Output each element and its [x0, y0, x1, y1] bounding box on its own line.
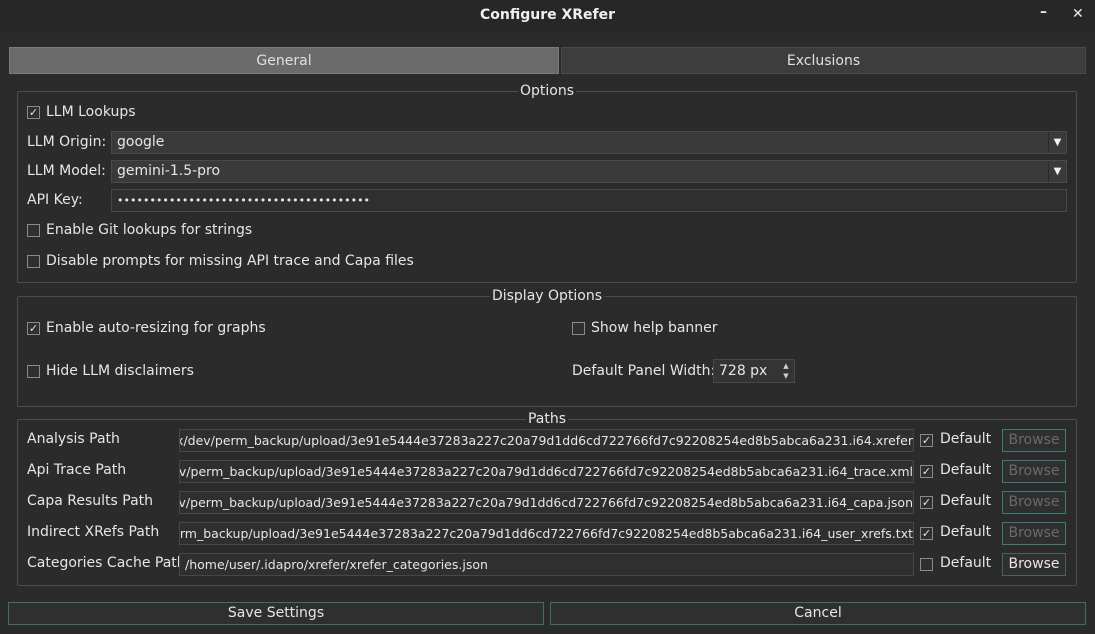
path-label: Api Trace Path [27, 462, 127, 478]
path-label: Categories Cache Path [27, 555, 186, 571]
auto-resize-label: Enable auto-resizing for graphs [46, 320, 266, 336]
default-label: Default [940, 431, 992, 447]
path-value: umairx/dev/perm_backup/upload/3e91e5444e… [179, 495, 913, 510]
llm-origin-select[interactable]: google ▼ [111, 131, 1067, 154]
chevron-down-icon: ▼ [1048, 161, 1066, 182]
disable-prompts-checkbox[interactable] [27, 255, 40, 268]
options-group-title: Options [517, 83, 577, 99]
cancel-button[interactable]: Cancel [550, 602, 1086, 625]
llm-model-label: LLM Model: [27, 163, 106, 179]
default-label: Default [940, 524, 992, 540]
default-checkbox[interactable]: ✓ [920, 527, 933, 540]
disable-prompts-label: Disable prompts for missing API trace an… [46, 253, 414, 269]
llm-model-select[interactable]: gemini-1.5-pro ▼ [111, 160, 1067, 183]
paths-group-title: Paths [525, 411, 569, 427]
path-label: Analysis Path [27, 431, 120, 447]
llm-origin-label: LLM Origin: [27, 134, 107, 150]
path-label: Indirect XRefs Path [27, 524, 160, 540]
default-label: Default [940, 493, 992, 509]
tab-exclusions[interactable]: Exclusions [561, 47, 1086, 74]
path-value: iirx/dev/perm_backup/upload/3e91e5444e37… [179, 526, 913, 541]
path-input[interactable]: umairx/dev/perm_backup/upload/3e91e5444e… [179, 491, 914, 514]
default-label: Default [940, 462, 992, 478]
default-checkbox[interactable]: ✓ [920, 496, 933, 509]
llm-origin-value: google [117, 134, 165, 150]
api-key-label: API Key: [27, 192, 83, 208]
display-options-group-title: Display Options [489, 288, 605, 304]
browse-button[interactable]: Browse [1002, 522, 1066, 545]
panel-width-label: Default Panel Width: [572, 363, 716, 379]
path-input[interactable]: iirx/dev/perm_backup/upload/3e91e5444e37… [179, 522, 914, 545]
title-bar: Configure XRefer – ✕ [0, 0, 1095, 32]
llm-lookups-checkbox[interactable]: ✓ [27, 106, 40, 119]
panel-width-value: 728 px [719, 363, 768, 379]
path-input[interactable]: madumairx/dev/perm_backup/upload/3e91e54… [179, 429, 914, 452]
browse-button[interactable]: Browse [1002, 491, 1066, 514]
spin-down-icon[interactable]: ▼ [780, 371, 792, 381]
auto-resize-checkbox[interactable]: ✓ [27, 322, 40, 335]
panel-width-spinbox[interactable]: 728 px ▲ ▼ [713, 359, 795, 383]
git-lookups-checkbox[interactable] [27, 224, 40, 237]
llm-lookups-label: LLM Lookups [46, 104, 136, 120]
path-value: umairx/dev/perm_backup/upload/3e91e5444e… [179, 464, 913, 479]
api-key-input[interactable]: ••••••••••••••••••••••••••••••••••••••• [111, 189, 1067, 212]
browse-button[interactable]: Browse [1002, 553, 1066, 576]
tab-general[interactable]: General [9, 47, 559, 74]
display-options-group: Display Options [17, 288, 1077, 407]
default-checkbox[interactable]: ✓ [920, 465, 933, 478]
path-input[interactable]: /home/user/.idapro/xrefer/xrefer_categor… [179, 553, 914, 576]
hide-disclaimers-checkbox[interactable] [27, 365, 40, 378]
chevron-down-icon: ▼ [1048, 132, 1066, 153]
minimize-icon[interactable]: – [1040, 4, 1047, 20]
hide-disclaimers-label: Hide LLM disclaimers [46, 363, 194, 379]
llm-model-value: gemini-1.5-pro [117, 163, 221, 179]
close-icon[interactable]: ✕ [1072, 6, 1084, 22]
browse-button[interactable]: Browse [1002, 429, 1066, 452]
git-lookups-label: Enable Git lookups for strings [46, 222, 253, 238]
save-settings-button[interactable]: Save Settings [8, 602, 544, 625]
path-label: Capa Results Path [27, 493, 154, 509]
path-value: /home/user/.idapro/xrefer/xrefer_categor… [185, 557, 488, 572]
default-checkbox[interactable]: ✓ [920, 434, 933, 447]
path-input[interactable]: umairx/dev/perm_backup/upload/3e91e5444e… [179, 460, 914, 483]
path-value: madumairx/dev/perm_backup/upload/3e91e54… [179, 433, 913, 448]
help-banner-label: Show help banner [591, 320, 718, 336]
default-label: Default [940, 555, 992, 571]
help-banner-checkbox[interactable] [572, 322, 585, 335]
browse-button[interactable]: Browse [1002, 460, 1066, 483]
default-checkbox[interactable] [920, 558, 933, 571]
spin-up-icon[interactable]: ▲ [780, 361, 792, 371]
window-title: Configure XRefer [479, 7, 616, 23]
